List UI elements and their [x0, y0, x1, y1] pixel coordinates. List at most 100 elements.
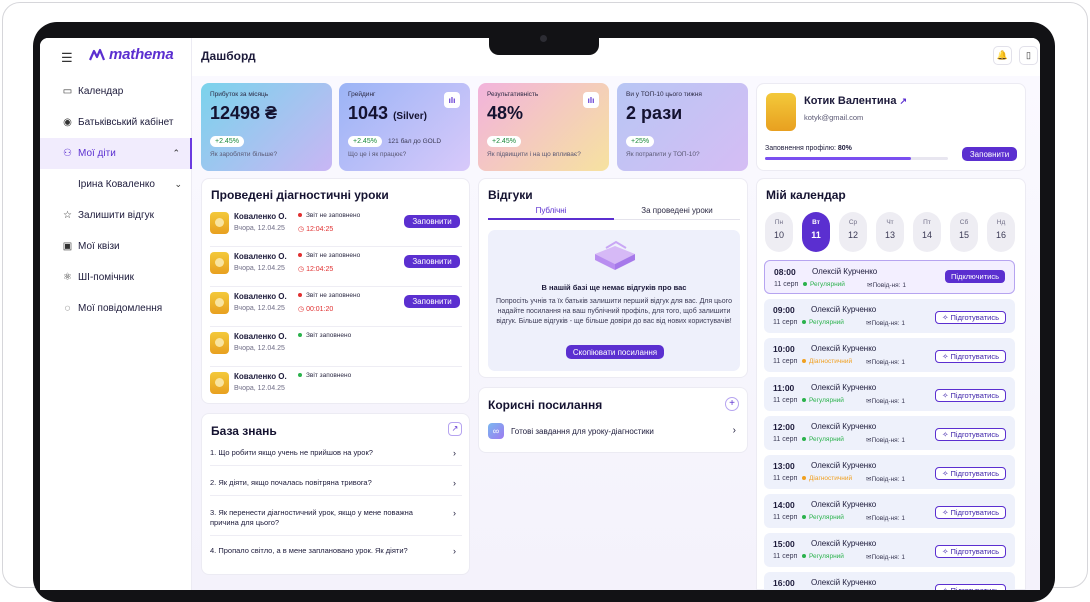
slot-date: 11 серп — [773, 436, 798, 443]
tab-lesson-reviews[interactable]: За проведені уроки — [614, 206, 740, 215]
header: Дашборд 🔔 ▯ 👤 — [192, 38, 1040, 76]
stat-question-link[interactable]: Як потрапити у ТОП-10? — [626, 151, 739, 158]
sidebar-item-3[interactable]: Ірина Коваленко ⌄ — [40, 169, 192, 200]
stat-question-link[interactable]: Як підвищити і на що впливає? — [487, 151, 600, 158]
stat-change: +2.45% — [348, 136, 382, 147]
sidebar-item-4[interactable]: ☆ Залишити відгук — [40, 200, 192, 231]
knowledge-item[interactable]: 1. Що робити якщо учень не прийшов на ур… — [210, 448, 462, 466]
clock-icon: ◷ — [298, 306, 305, 313]
sparkle-icon: ✧ — [942, 391, 951, 400]
schedule-slot[interactable]: 12:00 Олексій Курченко 11 серп Регулярни… — [764, 416, 1015, 450]
knowledge-item[interactable]: 3. Як перенести діагностичний урок, якщо… — [210, 508, 462, 536]
day-name: Пт — [923, 219, 931, 226]
link-label: Готові завдання для уроку-діагностики — [511, 427, 654, 436]
copy-link-button[interactable]: Скопіювати посилання — [566, 345, 664, 359]
sidebar-item-7[interactable]: ◌ Мої повідомлення — [40, 293, 192, 324]
prepare-button[interactable]: ✧ Підготуватись — [935, 350, 1006, 363]
day-16[interactable]: Нд 16 — [987, 212, 1015, 252]
chart-icon[interactable]: ılı — [583, 92, 599, 108]
day-15[interactable]: Сб 15 — [950, 212, 978, 252]
stat-question-link[interactable]: Що це і як працює? — [348, 151, 461, 158]
schedule-slot[interactable]: 16:00 Олексій Курченко 11 серп Регулярни… — [764, 572, 1015, 590]
lesson-row: Коваленко О. Вчора, 12.04.25 Звіт не зап… — [210, 287, 462, 327]
bell-icon[interactable]: 🔔 — [993, 46, 1012, 65]
schedule-slot[interactable]: 09:00 Олексій Курченко 11 серп Регулярни… — [764, 299, 1015, 333]
slot-messages: ✉Повід-ня: 1 — [866, 398, 905, 405]
prepare-button[interactable]: ✧ Підготуватись — [935, 428, 1006, 441]
schedule-slot[interactable]: 11:00 Олексій Курченко 11 серп Регулярни… — [764, 377, 1015, 411]
sidebar-item-6[interactable]: ⚛ ШІ-помічник — [40, 262, 192, 293]
stat-card-performance[interactable]: ılı Результативність 48% +2.45% Як підви… — [478, 83, 609, 171]
prepare-button[interactable]: ✧ Підготуватись — [935, 506, 1006, 519]
fill-report-button[interactable]: Заповнити — [404, 295, 460, 308]
avatar — [210, 332, 229, 354]
profile-name: Котик Валентина ↗ — [804, 95, 908, 107]
schedule-slot[interactable]: 08:00 Олексій Курченко 11 серп Регулярни… — [764, 260, 1015, 294]
day-10[interactable]: Пн 10 — [765, 212, 793, 252]
links-title: Корисні посилання — [488, 398, 603, 412]
document-icon[interactable]: ▯ — [1019, 46, 1038, 65]
folder-icon: ▣ — [62, 241, 73, 252]
prepare-button[interactable]: ✧ Підготуватись — [935, 389, 1006, 402]
type-dot — [802, 359, 806, 364]
stat-card-grading[interactable]: ılı Грейдинг 1043 (Silver) +2.45% 121 бал… — [339, 83, 470, 171]
prepare-button[interactable]: ✧ Підготуватись — [935, 311, 1006, 324]
page-title: Дашборд — [201, 49, 256, 63]
stat-card-income[interactable]: Прибуток за місяць 12498 ₴ +2.45% Як зар… — [201, 83, 332, 171]
schedule-slot[interactable]: 15:00 Олексій Курченко 11 серп Регулярни… — [764, 533, 1015, 567]
slot-date: 11 серп — [774, 281, 799, 288]
prepare-button[interactable]: ✧ Підготуватись — [935, 584, 1006, 590]
connect-button[interactable]: Підключитись — [944, 270, 1005, 283]
external-link-icon[interactable]: ↗ — [448, 422, 462, 436]
chevron-up-icon[interactable]: ⌃ — [172, 148, 180, 159]
menu-icon[interactable]: ☰ — [61, 50, 73, 66]
external-link-icon[interactable]: ↗ — [900, 96, 908, 106]
lesson-student: Коваленко О. — [234, 332, 287, 341]
chart-icon[interactable]: ılı — [444, 92, 460, 108]
day-12[interactable]: Ср 12 — [839, 212, 867, 252]
tab-public[interactable]: Публічні — [488, 206, 614, 220]
type-dot — [803, 282, 807, 287]
type-dot — [802, 320, 806, 325]
chevron-right-icon: › — [453, 508, 456, 518]
fill-report-button[interactable]: Заповнити — [404, 215, 460, 228]
type-dot — [802, 398, 806, 403]
logo[interactable]: mathema — [89, 46, 174, 63]
lesson-student: Коваленко О. — [234, 292, 287, 301]
stat-change: +25% — [626, 136, 655, 147]
lesson-row: Коваленко О. Вчора, 12.04.25 Звіт заповн… — [210, 367, 462, 407]
add-link-icon[interactable]: + — [725, 397, 739, 411]
sidebar-item-0[interactable]: ▭ Календар — [40, 76, 192, 107]
fill-profile-button[interactable]: Заповнити — [962, 147, 1017, 161]
schedule-slot[interactable]: 14:00 Олексій Курченко 11 серп Регулярни… — [764, 494, 1015, 528]
sidebar-item-label: Мої повідомлення — [78, 303, 163, 314]
user-circle-icon: ◉ — [63, 117, 72, 128]
clock-icon: ◷ — [298, 266, 305, 273]
sidebar-item-5[interactable]: ▣ Мої квізи — [40, 231, 192, 262]
schedule-slot[interactable]: 13:00 Олексій Курченко 11 серп Діагности… — [764, 455, 1015, 489]
sidebar-item-1[interactable]: ◉ Батьківський кабінет — [40, 107, 192, 138]
lesson-date: Вчора, 12.04.25 — [234, 385, 285, 392]
day-name: Вт — [812, 219, 820, 226]
prepare-button[interactable]: ✧ Підготуватись — [935, 467, 1006, 480]
chevron-right-icon: › — [453, 546, 456, 556]
link-item[interactable]: ∞ Готові завдання для уроку-діагностики … — [488, 423, 740, 440]
sidebar-item-label: ШІ-помічник — [78, 272, 135, 283]
slot-time: 15:00 — [773, 539, 795, 549]
fill-report-button[interactable]: Заповнити — [404, 255, 460, 268]
lesson-status: Звіт не заповнено — [298, 212, 360, 219]
stat-card-top10[interactable]: Ви у ТОП-10 цього тижня 2 рази +25% Як п… — [617, 83, 748, 171]
day-11[interactable]: Вт 11 — [802, 212, 830, 252]
day-14[interactable]: Пт 14 — [913, 212, 941, 252]
day-13[interactable]: Чт 13 — [876, 212, 904, 252]
stat-question-link[interactable]: Як заробляти більше? — [210, 151, 323, 158]
schedule-slot[interactable]: 10:00 Олексій Курченко 11 серп Діагности… — [764, 338, 1015, 372]
sidebar-item-2[interactable]: ⚇ Мої діти ⌃ — [40, 138, 192, 169]
chevron-down-icon[interactable]: ⌄ — [174, 179, 182, 190]
slot-time: 13:00 — [773, 461, 795, 471]
day-name: Сб — [959, 219, 969, 226]
knowledge-item[interactable]: 4. Пропало світло, а в мене заплановано … — [210, 546, 462, 563]
knowledge-item[interactable]: 2. Як діяти, якщо почалась повітряна три… — [210, 478, 462, 496]
lessons-title: Проведені діагностичні уроки — [211, 188, 389, 202]
prepare-button[interactable]: ✧ Підготуватись — [935, 545, 1006, 558]
